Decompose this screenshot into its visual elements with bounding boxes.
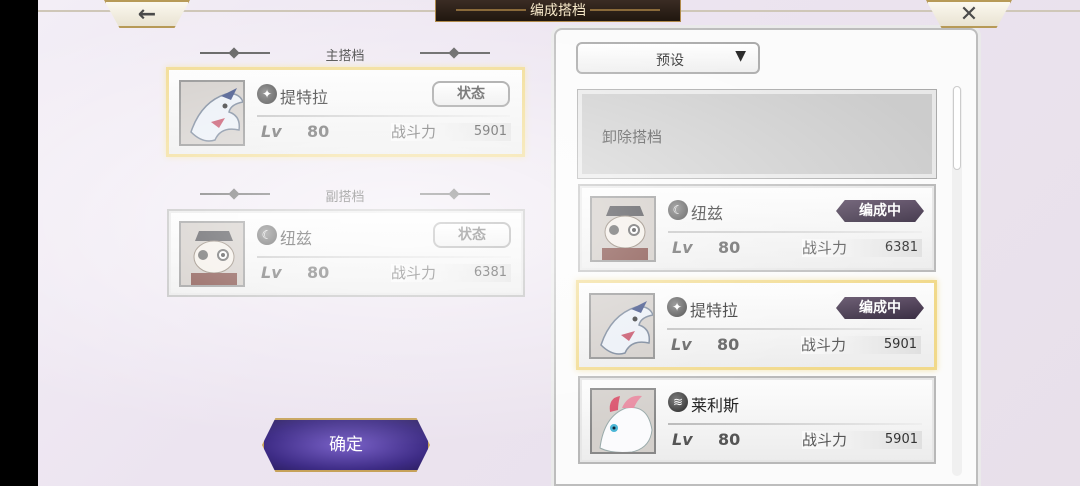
power-label: 战斗力 <box>391 123 437 141</box>
back-button[interactable]: ← <box>104 0 190 28</box>
ornament-left-icon <box>200 52 270 54</box>
light-element-icon: ✦ <box>667 297 687 317</box>
card-divider <box>257 115 510 117</box>
in-formation-badge: 编成中 <box>836 297 924 319</box>
power-label: 战斗力 <box>391 264 437 282</box>
light-element-icon: ✦ <box>257 84 277 104</box>
close-button[interactable]: ✕ <box>926 0 1012 28</box>
ornament-left-icon <box>200 193 270 195</box>
page-title: 编成搭档 <box>435 0 681 22</box>
preset-dropdown[interactable]: 预设 ▼ <box>576 42 760 74</box>
power-value: 6381 <box>473 265 507 280</box>
card-divider <box>667 328 922 330</box>
power-box: 战斗力 6381 <box>802 239 922 257</box>
back-arrow-icon: ← <box>137 1 157 27</box>
dark-element-icon: ☾ <box>257 225 277 245</box>
card-divider <box>668 231 922 233</box>
list-item[interactable]: ✦ 提特拉 编成中 Lv 80 战斗力 5901 <box>576 280 937 370</box>
sub-partner-label: 副搭档 <box>325 190 365 205</box>
status-button[interactable]: 状态 <box>432 81 510 107</box>
list-item[interactable]: ≋ 莱利斯 Lv 80 战斗力 5901 <box>578 376 936 464</box>
main-partner-label: 主搭档 <box>325 49 365 64</box>
portrait-titra <box>179 80 245 146</box>
list-scrollbar[interactable] <box>952 86 962 476</box>
partner-list-panel: 预设 ▼ 卸除搭档 ☾ 纽兹 编成中 Lv 80 战斗力 6381 ✦ 提特拉 … <box>554 28 978 486</box>
portrait-titra <box>589 293 655 359</box>
level-value: 80 <box>718 430 741 449</box>
list-item[interactable]: ☾ 纽兹 编成中 Lv 80 战斗力 6381 <box>578 184 936 272</box>
portrait-niuzi <box>179 221 245 287</box>
power-label: 战斗力 <box>802 239 848 257</box>
power-label: 战斗力 <box>801 336 847 354</box>
portrait-niuzi <box>590 196 656 262</box>
scrollbar-thumb[interactable] <box>953 86 961 170</box>
power-value: 5901 <box>473 124 507 139</box>
power-value: 5901 <box>883 337 917 352</box>
level-label: Lv <box>261 122 282 141</box>
main-partner-header: 主搭档 <box>200 45 490 64</box>
card-divider <box>668 423 922 425</box>
level-label: Lv <box>671 335 692 354</box>
level-label: Lv <box>672 430 693 449</box>
level-value: 80 <box>718 238 741 257</box>
remove-partner-slot[interactable]: 卸除搭档 <box>578 90 936 178</box>
sub-partner-card[interactable]: ☾ 纽兹 状态 Lv 80 战斗力 6381 <box>167 209 525 297</box>
dark-element-icon: ☾ <box>668 200 688 220</box>
wind-element-icon: ≋ <box>668 392 688 412</box>
partner-name: 纽兹 <box>691 204 724 223</box>
chevron-down-icon: ▼ <box>735 48 746 64</box>
power-box: 战斗力 5901 <box>391 123 511 141</box>
level-label: Lv <box>672 238 693 257</box>
power-box: 战斗力 5901 <box>801 336 921 354</box>
power-box: 战斗力 6381 <box>391 264 511 282</box>
main-partner-card[interactable]: ✦ 提特拉 状态 Lv 80 战斗力 5901 <box>166 67 525 157</box>
confirm-button[interactable]: 确定 <box>262 418 430 472</box>
level-label: Lv <box>261 263 282 282</box>
level-value: 80 <box>307 263 330 282</box>
partner-name: 提特拉 <box>690 301 739 320</box>
power-label: 战斗力 <box>802 431 848 449</box>
in-formation-badge: 编成中 <box>836 200 924 222</box>
power-box: 战斗力 5901 <box>802 431 922 449</box>
ornament-right-icon <box>420 52 490 54</box>
game-screen: ← 编成搭档 ✕ 主搭档 ✦ 提特拉 状态 Lv 80 战斗力 5901 副搭档… <box>38 0 1080 486</box>
sub-partner-header: 副搭档 <box>200 186 490 205</box>
ornament-right-icon <box>420 193 490 195</box>
portrait-lailisi <box>590 388 656 454</box>
status-button[interactable]: 状态 <box>433 222 511 248</box>
card-divider <box>257 256 511 258</box>
preset-label: 预设 <box>656 53 684 69</box>
partner-name: 莱利斯 <box>691 396 740 415</box>
partner-name: 提特拉 <box>280 88 329 107</box>
power-value: 5901 <box>884 432 918 447</box>
level-value: 80 <box>307 122 330 141</box>
level-value: 80 <box>717 335 740 354</box>
close-icon: ✕ <box>959 1 979 27</box>
power-value: 6381 <box>884 240 918 255</box>
partner-name: 纽兹 <box>280 229 313 248</box>
